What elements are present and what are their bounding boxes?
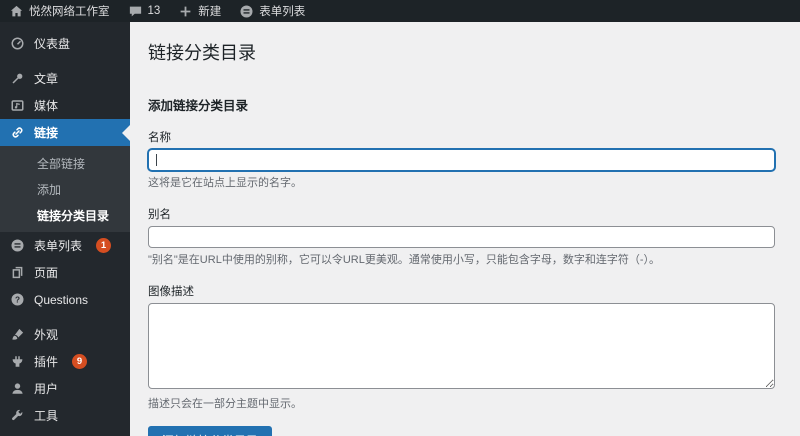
description-label: 图像描述 xyxy=(148,286,194,299)
link-icon xyxy=(12,127,23,138)
dashboard-icon xyxy=(11,37,24,50)
slug-label: 别名 xyxy=(148,208,171,221)
form-list-icon xyxy=(11,239,24,252)
form-list-icon xyxy=(240,5,253,17)
form-section-title: 添加链接分类目录 xyxy=(148,98,249,113)
sidebar-label: 工具 xyxy=(34,409,59,423)
comment-bubble-icon xyxy=(129,6,141,16)
slug-input[interactable] xyxy=(148,225,775,248)
page-title: 链接分类目录 xyxy=(148,43,256,63)
submenu-label: 链接分类目录 xyxy=(37,208,110,223)
question-icon: ? xyxy=(11,293,24,306)
sidebar-item-users[interactable]: 用户 xyxy=(0,375,130,402)
submenu-label: 添加 xyxy=(37,182,62,197)
comments-menu[interactable]: 13 xyxy=(119,0,170,22)
admin-sidebar: 仪表盘 文章 媒体 链接 全部链接 添加 链接分类目录 表单列表 1 页面 ? … xyxy=(0,22,130,436)
sidebar-label: 文章 xyxy=(34,72,59,86)
description-textarea[interactable] xyxy=(148,303,775,390)
plug-icon xyxy=(12,356,23,367)
sidebar-item-questions[interactable]: ? Questions xyxy=(0,286,130,313)
submenu-item-add[interactable]: 添加 xyxy=(0,176,130,202)
site-name: 悦然网络工作室 xyxy=(29,6,110,18)
sidebar-item-links[interactable]: 链接 xyxy=(0,119,130,146)
site-name-menu[interactable]: 悦然网络工作室 xyxy=(0,0,119,22)
admin-bar: 悦然网络工作室 13 新建 表单列表 xyxy=(0,0,800,22)
sidebar-label: 链接 xyxy=(34,126,59,140)
sidebar-item-media[interactable]: 媒体 xyxy=(0,92,130,119)
add-category-form: 添加链接分类目录 名称 这将是它在站点上显示的名字。 别名 "别名"是在URL中… xyxy=(148,95,775,436)
comment-count: 13 xyxy=(147,5,161,17)
main-content: 链接分类目录 添加链接分类目录 名称 这将是它在站点上显示的名字。 别名 "别名… xyxy=(130,22,800,436)
home-icon xyxy=(10,5,23,16)
sidebar-item-form-list[interactable]: 表单列表 1 xyxy=(0,232,130,259)
wrench-icon xyxy=(12,409,23,421)
sidebar-label: 表单列表 xyxy=(34,239,83,253)
name-input[interactable] xyxy=(148,148,775,171)
forms-menu[interactable]: 表单列表 xyxy=(230,0,314,22)
user-icon xyxy=(12,383,23,394)
sidebar-item-plugins[interactable]: 插件 9 xyxy=(0,348,130,375)
new-content-menu[interactable]: 新建 xyxy=(169,0,230,22)
forms-label: 表单列表 xyxy=(259,6,306,18)
slug-help-text: "别名"是在URL中使用的别称，它可以令URL更美观。通常使用小写，只能包含字母… xyxy=(148,253,660,266)
description-help-text: 描述只会在一部分主题中显示。 xyxy=(148,398,302,411)
add-link-category-button[interactable]: 添加链接分类目录 xyxy=(148,425,273,436)
sidebar-item-tools[interactable]: 工具 xyxy=(0,402,130,429)
description-field-group: 图像描述 描述只会在一部分主题中显示。 xyxy=(148,283,775,412)
sidebar-item-pages[interactable]: 页面 xyxy=(0,259,130,286)
sidebar-label: 外观 xyxy=(34,328,59,342)
name-label: 名称 xyxy=(148,131,171,144)
links-submenu: 全部链接 添加 链接分类目录 xyxy=(0,146,130,232)
submenu-label: 全部链接 xyxy=(37,156,86,171)
new-label: 新建 xyxy=(198,6,222,18)
submenu-item-link-categories[interactable]: 链接分类目录 xyxy=(0,202,130,228)
sidebar-item-dashboard[interactable]: 仪表盘 xyxy=(0,30,130,57)
sidebar-label: 仪表盘 xyxy=(34,37,71,51)
sidebar-label: 页面 xyxy=(34,266,59,280)
media-icon xyxy=(11,100,24,111)
pin-icon xyxy=(12,73,23,84)
sidebar-label: Questions xyxy=(34,292,89,307)
update-count-badge: 9 xyxy=(72,354,88,369)
submenu-item-all-links[interactable]: 全部链接 xyxy=(0,150,130,176)
name-help-text: 这将是它在站点上显示的名字。 xyxy=(148,176,302,189)
text-caret xyxy=(156,153,157,166)
svg-text:?: ? xyxy=(15,295,20,304)
sidebar-label: 用户 xyxy=(34,382,59,396)
slug-field-group: 别名 "别名"是在URL中使用的别称，它可以令URL更美观。通常使用小写，只能包… xyxy=(148,206,775,268)
name-field-group: 名称 这将是它在站点上显示的名字。 xyxy=(148,129,775,191)
brush-icon xyxy=(12,328,24,340)
sidebar-item-posts[interactable]: 文章 xyxy=(0,65,130,92)
pages-icon xyxy=(12,266,23,279)
plus-icon xyxy=(180,6,191,16)
sidebar-item-appearance[interactable]: 外观 xyxy=(0,321,130,348)
sidebar-label: 插件 xyxy=(34,355,59,369)
update-count-badge: 1 xyxy=(96,238,112,253)
sidebar-label: 媒体 xyxy=(34,99,59,113)
